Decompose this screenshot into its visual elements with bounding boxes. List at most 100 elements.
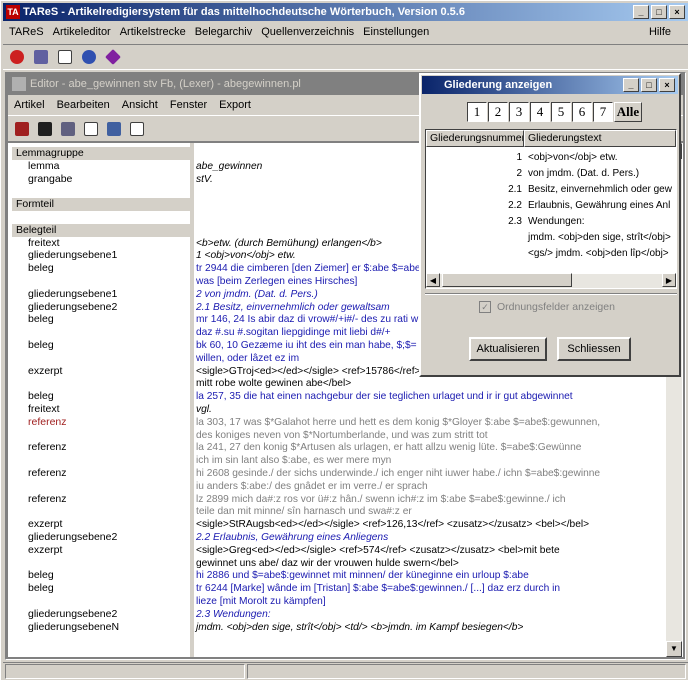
tools-button[interactable]	[104, 119, 124, 139]
text-line[interactable]: lieze [mit Morolt zu kämpfen]	[196, 595, 326, 608]
structure-field[interactable]: gliederungsebene1	[12, 249, 190, 262]
structure-field[interactable]: beleg	[12, 390, 190, 403]
structure-group[interactable]: Formteil	[12, 198, 190, 212]
menu-ansicht[interactable]: Ansicht	[122, 99, 158, 111]
structure-field[interactable]: beleg	[12, 262, 190, 275]
text-line[interactable]: la 303, 17 was $*Galahot herre und hett …	[196, 416, 600, 429]
scroll-right-icon[interactable]: ▶	[662, 273, 676, 287]
structure-field[interactable]: gliederungsebeneN	[12, 621, 190, 634]
menu-quellenverzeichnis[interactable]: Quellenverzeichnis	[261, 26, 354, 38]
edit-button[interactable]	[31, 47, 51, 67]
outline-row[interactable]: <gs/> jmdm. <obj>den lîp</obj>	[426, 246, 676, 262]
copy-button[interactable]	[55, 47, 75, 67]
maximize-button[interactable]: □	[651, 5, 667, 19]
menu-export[interactable]: Export	[219, 99, 251, 111]
close-button[interactable]: ×	[669, 5, 685, 19]
structure-field[interactable]: gliederungsebene2	[12, 301, 190, 314]
text-line[interactable]: 2.1 Besitz, einvernehmlich oder gewaltsa…	[196, 301, 390, 314]
scroll-thumb[interactable]	[442, 273, 572, 287]
structure-field[interactable]: gliederungsebene2	[12, 531, 190, 544]
col-number-header[interactable]: Gliederungsnummer	[426, 130, 524, 147]
text-line[interactable]: ich im sin lant also $:abe, es wer mere …	[196, 454, 391, 467]
outline-row[interactable]: 2.2 Erlaubnis, Gewährung eines Anl	[426, 198, 676, 214]
text-line[interactable]: mitt robe wolte gewinen abe</bel>	[196, 377, 351, 390]
structure-field[interactable]	[12, 480, 190, 493]
structure-field[interactable]	[12, 454, 190, 467]
document-button[interactable]	[81, 119, 101, 139]
structure-field[interactable]	[12, 211, 190, 224]
structure-field[interactable]	[12, 185, 190, 198]
structure-field[interactable]	[12, 595, 190, 608]
structure-field[interactable]: beleg	[12, 313, 190, 326]
text-line[interactable]: jmdm. <obj>den sige, strît</obj> <td/> <…	[196, 621, 523, 634]
menu-fenster[interactable]: Fenster	[170, 99, 207, 111]
text-line[interactable]: 2.2 Erlaubnis, Gewährung eines Anliegens	[196, 531, 388, 544]
structure-field[interactable]: exzerpt	[12, 544, 190, 557]
text-line[interactable]: gewinnet uns abe/ daz wir der vrouwen hu…	[196, 557, 459, 570]
outline-row[interactable]: jmdm. <obj>den sige, strît</obj>	[426, 230, 676, 246]
text-line[interactable]: willen, oder lâzet ez im	[196, 352, 299, 365]
structure-field[interactable]: beleg	[12, 339, 190, 352]
text-line[interactable]: <sigle>Greg<ed></ed></sigle> <ref>574</r…	[196, 544, 560, 557]
outline-list[interactable]: Gliederungsnummer Gliederungstext ◀ ▶ 1 <…	[425, 129, 677, 289]
col-text-header[interactable]: Gliederungstext	[524, 130, 676, 147]
menu-hilfe[interactable]: Hilfe	[649, 26, 671, 38]
menu-artikelstrecke[interactable]: Artikelstrecke	[120, 26, 186, 38]
structure-field[interactable]	[12, 505, 190, 518]
text-line[interactable]: hi 2886 und $=abe$:gewinnet mit minnen/ …	[196, 569, 529, 582]
horizontal-scrollbar[interactable]: ◀ ▶	[426, 273, 676, 288]
structure-field[interactable]	[12, 377, 190, 390]
dialog-minimize-button[interactable]: _	[623, 78, 639, 92]
text-line[interactable]: <sigle>StRAugsb<ed></ed></sigle> <ref>12…	[196, 518, 589, 531]
ordnungsfelder-checkbox[interactable]: ✓ Ordnungsfelder anzeigen	[479, 301, 615, 313]
structure-group[interactable]: Belegteil	[12, 223, 190, 237]
level-tab-1[interactable]: 1	[467, 102, 487, 122]
stop-button[interactable]	[7, 47, 27, 67]
structure-field[interactable]: exzerpt	[12, 365, 190, 378]
structure-field[interactable]: beleg	[12, 569, 190, 582]
structure-field[interactable]	[12, 326, 190, 339]
text-line[interactable]: tr 6244 [Marke] wânde im [Tristan] $:abe…	[196, 582, 560, 595]
text-line[interactable]: lz 2899 mich da#:z ros vor ü#:z hân./ sw…	[196, 493, 566, 506]
structure-field[interactable]: beleg	[12, 582, 190, 595]
outline-row[interactable]: 2.1 Besitz, einvernehmlich oder gew	[426, 182, 676, 198]
text-line[interactable]: la 241, 27 den konig $*Artusen als urlag…	[196, 441, 581, 454]
level-tab-3[interactable]: 3	[509, 102, 529, 122]
structure-field[interactable]: referenz	[12, 416, 190, 429]
text-line[interactable]: was [beim Zerlegen eines Hirsches]	[196, 275, 357, 288]
level-tab-5[interactable]: 5	[551, 102, 571, 122]
text-line[interactable]: hi 2608 gesinde./ der sichs underwinde./…	[196, 467, 600, 480]
scroll-left-icon[interactable]: ◀	[426, 273, 440, 287]
text-line[interactable]: la 257, 35 die hat einen nachgebur der s…	[196, 390, 573, 403]
structure-field[interactable]: referenz	[12, 493, 190, 506]
connect-button[interactable]	[79, 47, 99, 67]
text-line[interactable]: 2 von jmdm. (Dat. d. Pers.)	[196, 288, 318, 301]
structure-field[interactable]	[12, 352, 190, 365]
structure-field[interactable]: freitext	[12, 403, 190, 416]
menu-tares[interactable]: TAReS	[9, 26, 44, 38]
gem-button[interactable]	[103, 47, 123, 67]
refresh-button[interactable]: Aktualisieren	[469, 337, 547, 361]
menu-bearbeiten[interactable]: Bearbeiten	[57, 99, 110, 111]
structure-field[interactable]: grangabe	[12, 173, 190, 186]
text-line[interactable]: abe_gewinnen	[196, 160, 262, 173]
print-button[interactable]	[58, 119, 78, 139]
text-line[interactable]: vgl.	[196, 403, 212, 416]
structure-field[interactable]: referenz	[12, 441, 190, 454]
text-line[interactable]: des koniges neven von $*Nortumberlande, …	[196, 429, 488, 442]
level-tab-2[interactable]: 2	[488, 102, 508, 122]
level-tab-6[interactable]: 6	[572, 102, 592, 122]
text-line[interactable]: iu anders $:abe:/ des gnâdet er im verre…	[196, 480, 428, 493]
dialog-maximize-button[interactable]: □	[641, 78, 657, 92]
text-line[interactable]: mr 146, 24 Is abir daz di vrow#/+i#/- de…	[196, 313, 418, 326]
text-line[interactable]: 2.3 Wendungen:	[196, 608, 271, 621]
structure-field[interactable]: freitext	[12, 237, 190, 250]
book-button[interactable]	[12, 119, 32, 139]
menu-artikeleditor[interactable]: Artikeleditor	[53, 26, 111, 38]
save-button[interactable]	[35, 119, 55, 139]
text-line[interactable]: 1 <obj>von</obj> etw.	[196, 249, 296, 262]
scroll-down-icon[interactable]: ▼	[666, 641, 682, 657]
menu-artikel[interactable]: Artikel	[14, 99, 45, 111]
dialog-close-button[interactable]: ×	[659, 78, 675, 92]
level-tab-alle[interactable]: Alle	[614, 102, 642, 122]
